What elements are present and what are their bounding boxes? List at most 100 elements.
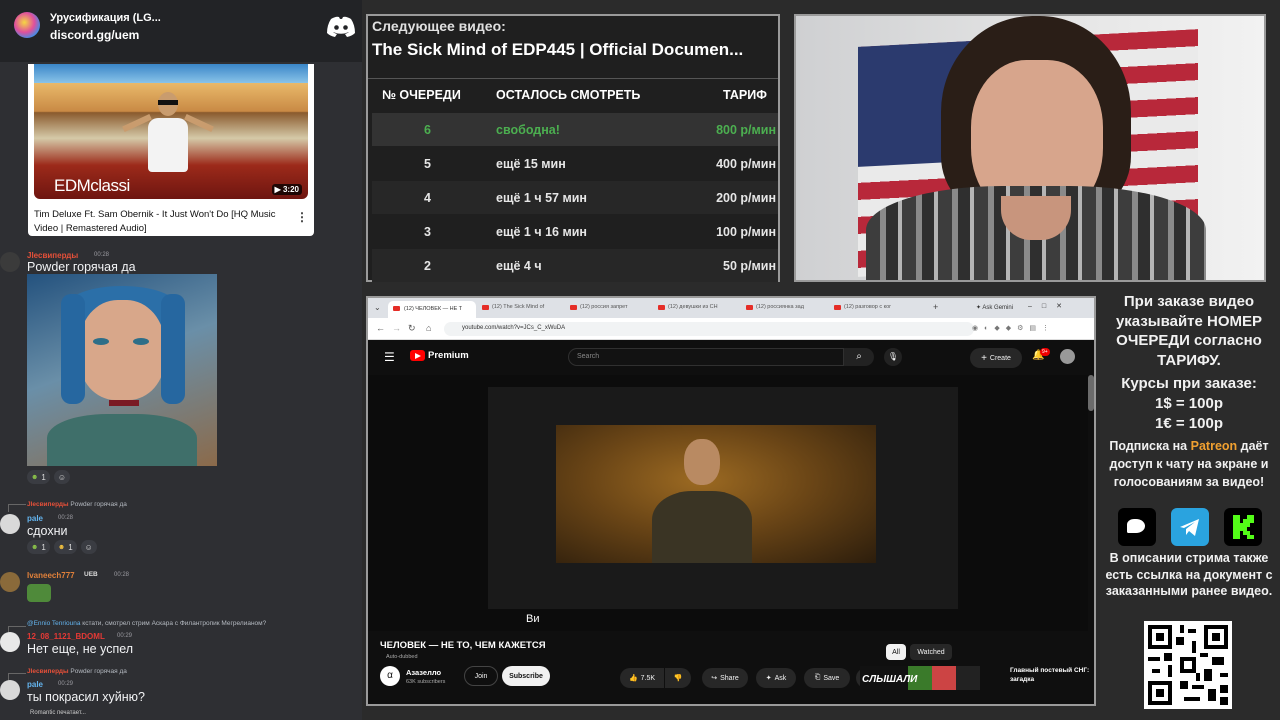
tab[interactable]: (12) россиянка зад <box>742 304 828 310</box>
qr-code[interactable] <box>1144 621 1232 709</box>
reply-preview[interactable]: Jlесвиперды Powder горячая да <box>27 501 127 508</box>
msg-name[interactable]: 12_08_1121_BDOML <box>27 632 105 641</box>
url-field[interactable]: youtube.com/watch?v=JCs_C_xWuDA <box>444 322 974 336</box>
reaction-pill[interactable]: ☻ 1 <box>53 540 77 554</box>
mic-icon[interactable]: 🎙 <box>884 348 902 366</box>
ask-button[interactable]: ✦ Ask <box>756 668 796 688</box>
tab[interactable]: (12) разговор с ког <box>830 304 916 310</box>
account-avatar[interactable] <box>1060 349 1075 364</box>
queue-rate: 200 р/мин <box>716 191 776 205</box>
avatar[interactable] <box>0 680 20 700</box>
col-header-rate: ТАРИФ <box>723 88 767 102</box>
avatar[interactable] <box>0 632 20 652</box>
nav-back-icon[interactable]: ← <box>376 323 385 333</box>
ask-gemini-button[interactable]: ✦ Ask Gemini <box>976 304 1013 311</box>
tab[interactable]: (12) россия запрет <box>566 304 652 310</box>
home-icon[interactable]: ⌂ <box>426 323 431 333</box>
video-player[interactable]: Ви <box>368 375 1088 631</box>
video-thumbnail[interactable]: EDMclassi ▶ 3:20 <box>34 64 308 199</box>
queue-remaining: свободна! <box>496 123 560 137</box>
chip-all[interactable]: All <box>886 644 906 660</box>
reload-icon[interactable]: ↻ <box>408 323 416 334</box>
yt-premium-label: Premium <box>428 350 469 361</box>
queue-row: 5 ещё 15 мин 400 р/мин <box>372 147 778 180</box>
subscribe-button[interactable]: Subscribe <box>502 666 550 686</box>
attached-image[interactable] <box>27 274 217 466</box>
patreon-link[interactable]: Patreon <box>1191 439 1238 453</box>
msg-time: 00:29 <box>58 681 74 687</box>
related-thumb-text: СЛЫШАЛИ <box>862 674 918 685</box>
msg-text: ты покрасил хуйню? <box>27 690 145 704</box>
yt-search-button[interactable]: ⌕ <box>844 348 874 366</box>
reaction-pill[interactable]: ☻ 1 <box>27 540 50 554</box>
queue-rate: 50 р/мин <box>723 259 776 273</box>
tab-search-icon[interactable]: ⌄ <box>374 303 381 312</box>
chip-watched[interactable]: Watched <box>910 644 952 660</box>
kick-icon[interactable] <box>1224 508 1262 546</box>
msg-time: 00:28 <box>58 515 74 521</box>
reaction-pill[interactable]: ☻ 1 <box>27 470 50 484</box>
singer-figure <box>122 92 214 199</box>
related-title[interactable]: Главный постевый СНГ: загадка <box>1010 666 1090 684</box>
share-button[interactable]: ↪ Share <box>702 668 748 688</box>
dislike-button[interactable]: 👎 <box>665 668 691 688</box>
msg-name[interactable]: Jlесвиперды <box>27 251 78 260</box>
avatar[interactable] <box>0 572 20 592</box>
tab[interactable]: (12) The Sick Mind of <box>478 304 564 310</box>
add-reaction-icon[interactable]: ☺ <box>53 470 70 484</box>
sparkle-icon: ✦ <box>765 675 772 682</box>
reply-preview[interactable]: @Ennio Tenriouna кстати, смотрел стрим А… <box>27 620 266 627</box>
queue-remaining: ещё 4 ч <box>496 259 542 273</box>
server-link[interactable]: discord.gg/uem <box>50 28 139 42</box>
menu-icon[interactable]: ☰ <box>384 350 395 364</box>
reply-preview[interactable]: Jlесвиперды Powder горячая да <box>27 668 127 675</box>
window-controls[interactable]: –□✕ <box>1028 302 1072 310</box>
rates-title: Курсы при заказе: <box>1121 375 1257 392</box>
chat-panel: Урусификация (LG... discord.gg/uem EDMcl… <box>0 0 362 720</box>
telegram-icon[interactable] <box>1171 508 1209 546</box>
avatar[interactable] <box>0 252 20 272</box>
join-button[interactable]: Join <box>464 666 498 686</box>
nav-forward-icon[interactable]: → <box>392 323 401 333</box>
tab[interactable]: (12) девушки из СН <box>654 304 740 310</box>
msg-time: 00:28 <box>114 572 130 578</box>
save-button[interactable]: ⎗ Save <box>804 668 850 688</box>
patreon-icon[interactable] <box>1118 508 1156 546</box>
more-options-icon[interactable]: ⋮ <box>296 210 308 224</box>
queue-number: 2 <box>424 259 431 273</box>
msg-name[interactable]: Ivaneech777 <box>27 571 75 580</box>
queue-number: 4 <box>424 191 431 205</box>
channel-name[interactable]: Азазелло <box>406 668 441 677</box>
create-button[interactable]: + Create <box>970 348 1022 368</box>
info-panel: При заказе видео указывайте НОМЕР ОЧЕРЕД… <box>1098 290 1280 720</box>
youtube-logo[interactable]: Premium <box>410 350 469 361</box>
extension-icons[interactable]: ◉◐◆◆⚙▤⋮ <box>972 324 1082 334</box>
msg-time: 00:28 <box>94 252 110 258</box>
sticker-image <box>27 584 51 602</box>
auto-dubbed-label: Auto-dubbed <box>386 654 418 660</box>
yt-search-input[interactable]: Search <box>568 348 844 366</box>
add-reaction-icon[interactable]: ☺ <box>80 540 97 554</box>
msg-text: Powder горячая да <box>27 260 136 274</box>
video-title[interactable]: Tim Deluxe Ft. Sam Obernik - It Just Won… <box>34 208 284 236</box>
video-embed-card[interactable]: EDMclassi ▶ 3:20 Tim Deluxe Ft. Sam Ober… <box>28 64 314 236</box>
discord-logo-icon <box>326 16 356 43</box>
related-thumbnail[interactable]: СЛЫШАЛИ <box>860 666 980 690</box>
thumbs-up-icon: 👍 <box>628 675 638 682</box>
avatar[interactable] <box>0 514 20 534</box>
rate-usd: 1$ = 100р <box>1155 395 1223 412</box>
msg-name[interactable]: pale <box>27 514 43 523</box>
queue-rate: 800 р/мин <box>716 123 776 137</box>
channel-avatar[interactable]: α <box>380 666 400 686</box>
reaction-row: ☻ 1 ☻ 1 ☺ <box>27 540 101 554</box>
queue-rate: 400 р/мин <box>716 157 776 171</box>
msg-name[interactable]: pale <box>27 680 43 689</box>
like-button[interactable]: 👍 7.5K <box>620 668 664 688</box>
queue-rate: 100 р/мин <box>716 225 776 239</box>
tab-active[interactable]: (12) ЧЕЛОВЕК — НЕ Т <box>388 301 476 318</box>
page-scrollbar[interactable] <box>1088 375 1094 411</box>
next-video-label: Следующее видео: <box>372 18 506 34</box>
queue-remaining: ещё 15 мин <box>496 157 566 171</box>
new-tab-button[interactable]: + <box>933 302 938 312</box>
doc-link-text: В описании стрима также есть ссылка на д… <box>1105 551 1273 598</box>
